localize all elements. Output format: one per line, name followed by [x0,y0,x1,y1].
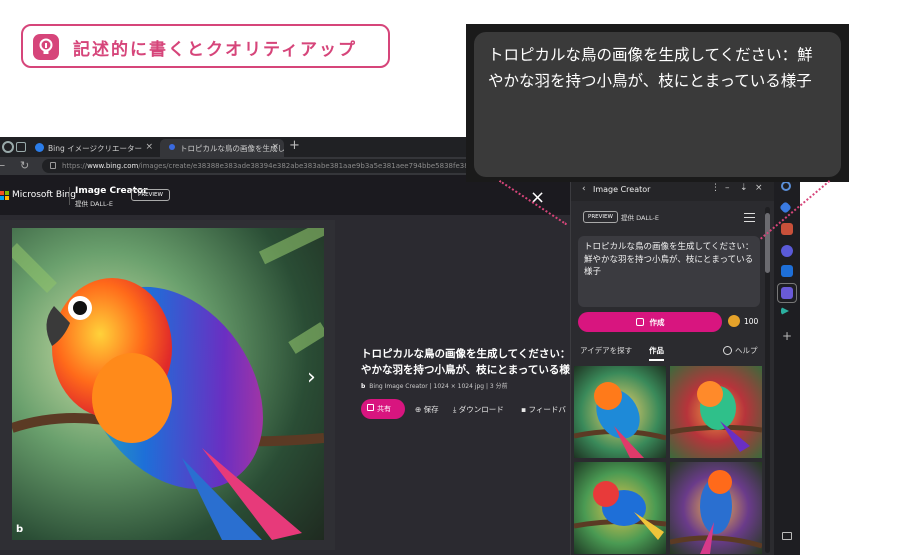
sidebar-toggle-icon[interactable] [782,532,792,540]
image-creator-icon[interactable] [781,287,793,299]
tab-label: トロピカルな鳥の画像を生成してくださ [180,144,284,153]
add-icon[interactable]: + [782,329,792,343]
help-icon [723,346,732,355]
copilot-icon[interactable] [781,245,793,257]
provider-label: 提供 DALL-E [75,200,113,208]
tab-close-icon[interactable]: × [145,142,153,152]
browser-window: Bing イメージクリエーター × トロピカルな鳥の画像を生成してくださ × +… [0,137,570,555]
tip-badge: 記述的に書くとクオリティアップ [21,24,390,68]
download-label: ダウンロード [458,405,504,414]
prompt-input[interactable]: トロピカルな鳥の画像を生成してください：鮮やかな羽を持つ小鳥が、枝にとまっている… [578,236,760,307]
more-options-icon[interactable]: ⋮ [711,183,720,193]
tab-bing-image-creator[interactable]: Bing イメージクリエーター × [28,139,158,157]
save-icon: ⊕ [415,405,424,414]
image-meta: b Bing Image Creator | 1024 × 1024 jpg | … [361,381,508,390]
image-creator-sidebar: ‹ Image Creator ⋮ – ⇣ × PREVIEW 提供 DALL-… [570,179,775,555]
generated-image[interactable] [12,228,324,540]
image-title: トロピカルな鳥の画像を生成してください： やかな羽を持つ小鳥が、枝にとまっている… [361,346,570,378]
create-button[interactable]: 作成 [578,312,722,332]
tab-help[interactable]: ヘルプ [723,345,758,356]
create-label: 作成 [649,318,665,327]
minimize-icon[interactable]: – [725,183,730,193]
outlook-icon[interactable] [781,265,793,277]
toolbox-icon[interactable] [781,223,793,235]
preview-badge: PREVIEW [583,211,618,223]
tab-tropical-bird[interactable]: トロピカルな鳥の画像を生成してくださ × [160,139,284,157]
image-frame: › b [0,220,335,550]
thumbnail-image[interactable] [574,366,666,458]
tab-label: Bing イメージクリエーター [48,144,142,153]
prompt-callout: トロピカルな鳥の画像を生成してください：鮮やかな羽を持つ小鳥が、枝にとまっている… [474,32,841,177]
sidebar-tabs: アイデアを探す 作品 ヘルプ [571,343,775,363]
preview-badge: PREVIEW [131,189,170,201]
help-label: ヘルプ [735,346,758,355]
url-host: www.bing.com [87,162,139,170]
thumbnail-image[interactable] [670,366,762,458]
download-button[interactable]: ⤓ ダウンロード [453,404,504,415]
bing-favicon-icon [35,143,44,152]
feedback-button[interactable]: ▪ フィードバ [521,404,566,415]
thumbnail-image[interactable] [574,462,666,554]
image-meta-text: Bing Image Creator | 1024 × 1024 jpg | 3… [369,383,508,390]
tab-close-icon[interactable]: × [271,142,279,152]
tab-ideas[interactable]: アイデアを探す [580,345,632,356]
close-panel-icon[interactable]: × [755,183,763,193]
save-button[interactable]: ⊕ 保存 [415,404,439,415]
refresh-icon[interactable]: ↻ [20,159,29,172]
share-label: 共有 [377,405,391,413]
search-icon[interactable] [781,181,791,191]
pin-icon[interactable]: ⇣ [740,183,748,193]
url-prefix: https:// [62,162,88,170]
feedback-label: フィードバ [528,405,566,414]
workspaces-icon[interactable] [16,142,26,152]
back-arrow-icon[interactable]: ← [0,159,5,172]
thumbnail-image[interactable] [670,462,762,554]
url-path: /images/create/e38388e383ade38394e382abe… [138,162,500,170]
boost-coin-icon [728,315,740,327]
lightbulb-icon [33,34,59,60]
sidebar-title: Image Creator [593,185,651,194]
provider-label: 提供 DALL-E [621,214,659,222]
send-icon[interactable] [781,307,789,315]
profile-icon[interactable] [2,141,14,153]
sidebar-scrollbar[interactable] [765,207,770,553]
bing-watermark-icon: b [16,524,24,535]
image-title-line-2: やかな羽を持つ小鳥が、枝にとまっている様 [361,364,570,376]
boost-count: 100 [744,317,759,326]
hamburger-menu-icon[interactable] [744,213,755,222]
bing-favicon-icon [169,144,175,150]
microsoft-logo-icon [0,191,9,200]
image-viewer: › b トロピカルな鳥の画像を生成してください： やかな羽を持つ小鳥が、枝にとま… [0,215,570,555]
next-image-chevron-icon[interactable]: › [307,365,316,390]
sidebar-titlebar: ‹ Image Creator ⋮ – ⇣ × [571,179,775,201]
header-divider [69,187,70,205]
edge-sidebar: + [774,179,800,555]
bing-logo-icon: b [361,383,366,390]
lock-icon [50,162,56,169]
back-chevron-icon[interactable]: ‹ [582,184,586,194]
share-button[interactable]: 共有 [361,399,405,419]
share-icon [367,404,374,411]
microsoft-bing-link[interactable]: Microsoft Bing [12,190,76,200]
new-tab-button[interactable]: + [289,138,300,153]
tip-text: 記述的に書くとクオリティアップ [73,40,357,60]
image-title-line-1: トロピカルな鳥の画像を生成してください： [361,348,570,360]
create-icon [635,318,644,326]
tab-works[interactable]: 作品 [649,345,664,361]
save-label: 保存 [423,405,439,414]
